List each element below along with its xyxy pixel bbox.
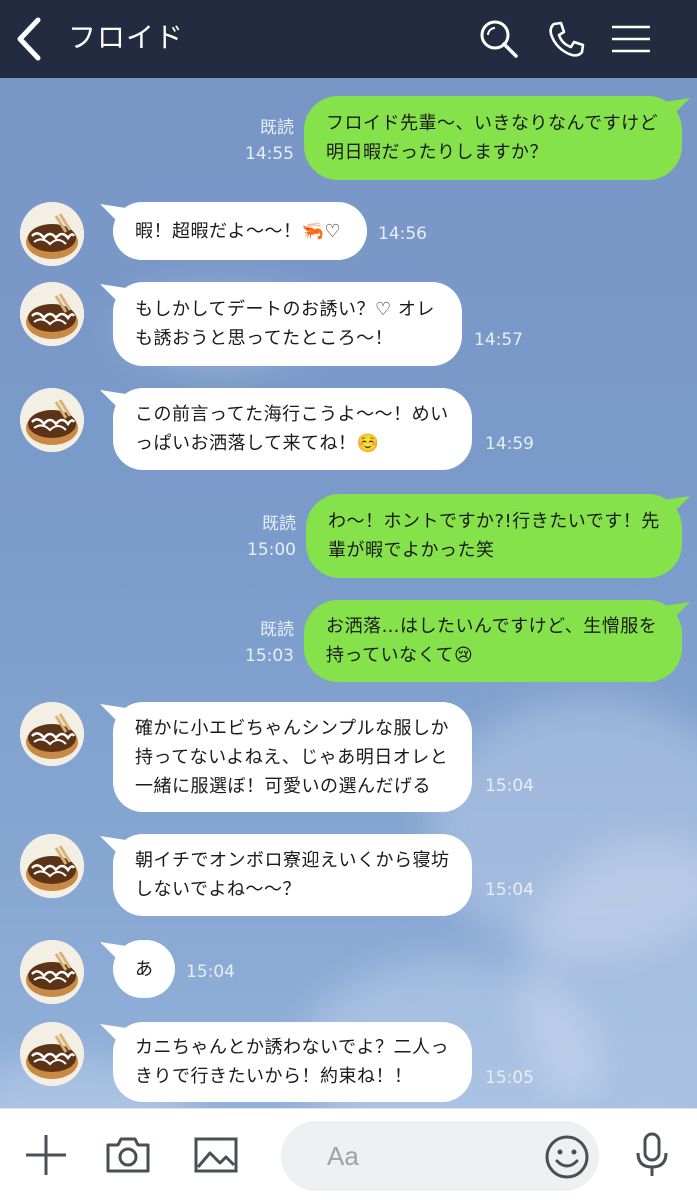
message-meta: 既読 14:55 (228, 116, 294, 166)
message-bubble[interactable]: フロイド先輩〜、いきなりなんですけど 明日暇だったりしますか？ (304, 96, 682, 180)
avatar[interactable] (20, 702, 84, 766)
avatar[interactable] (20, 940, 84, 1004)
message-time: 14:56 (378, 224, 427, 244)
image-button[interactable] (192, 1131, 240, 1179)
camera-icon (106, 1137, 150, 1173)
message-time: 14:59 (485, 434, 534, 454)
read-receipt: 既読 (260, 118, 294, 138)
takoyaki-avatar-icon (20, 834, 84, 898)
message-bubble[interactable]: カニちゃんとか誘わないでよ？二人っ きりで行きたいから！約束ね！！ (113, 1022, 472, 1102)
message-time: 14:57 (474, 330, 523, 350)
input-placeholder: Aa (327, 1141, 359, 1171)
takoyaki-avatar-icon (20, 282, 84, 346)
input-bar: Aa (0, 1108, 697, 1200)
message-time: 15:04 (485, 880, 534, 900)
message-time: 14:55 (245, 144, 294, 164)
mic-icon (636, 1132, 668, 1176)
image-icon (194, 1137, 238, 1173)
message-bubble[interactable]: もしかしてデートのお誘い？♡ オレ も誘おうと思ってたところ〜！ (113, 282, 462, 366)
avatar[interactable] (20, 1022, 84, 1086)
call-button[interactable] (544, 16, 590, 62)
phone-icon (549, 21, 585, 57)
avatar[interactable] (20, 202, 84, 266)
avatar[interactable] (20, 282, 84, 346)
plus-icon (26, 1135, 66, 1175)
message-bubble[interactable]: お洒落…はしたいんですけど、生憎服を 持っていなくて😢 (304, 600, 682, 682)
message-bubble[interactable]: あ (113, 940, 175, 998)
chat-title: フロイド (68, 21, 185, 54)
back-icon (17, 17, 41, 61)
search-button[interactable] (476, 16, 522, 62)
message-time: 15:04 (485, 776, 534, 796)
message-bubble[interactable]: わ〜！ホントですか?!行きたいです！先 輩が暇でよかった笑 (306, 494, 682, 578)
avatar[interactable] (20, 834, 84, 898)
takoyaki-avatar-icon (20, 940, 84, 1004)
message-bubble[interactable]: 暇！超暇だよ〜〜！🦐♡ (113, 202, 367, 260)
message-time: 15:05 (485, 1068, 534, 1088)
camera-button[interactable] (104, 1131, 152, 1179)
message-meta: 既読 15:00 (230, 512, 296, 562)
emoji-icon (545, 1135, 589, 1179)
message-bubble[interactable]: 確かに小エビちゃんシンプルな服しか 持ってないよねえ、じゃあ明日オレと 一緒に服… (113, 702, 472, 812)
chat-header: フロイド (0, 0, 697, 78)
emoji-button[interactable] (543, 1133, 591, 1181)
read-receipt: 既読 (260, 620, 294, 640)
read-receipt: 既読 (262, 514, 296, 534)
takoyaki-avatar-icon (20, 388, 84, 452)
menu-icon (612, 25, 650, 53)
avatar[interactable] (20, 388, 84, 452)
chat-area[interactable]: 既読 14:55 フロイド先輩〜、いきなりなんですけど 明日暇だったりしますか？… (0, 78, 697, 1108)
takoyaki-avatar-icon (20, 1022, 84, 1086)
message-bubble[interactable]: この前言ってた海行こうよ〜〜！めい っぱいお洒落して来てね！☺️ (113, 388, 472, 470)
back-button[interactable] (10, 14, 50, 64)
add-button[interactable] (22, 1131, 70, 1179)
message-time: 15:04 (186, 962, 235, 982)
search-icon (480, 20, 518, 58)
message-meta: 既読 15:03 (228, 618, 294, 668)
message-input[interactable]: Aa (281, 1121, 599, 1191)
takoyaki-avatar-icon (20, 202, 84, 266)
message-time: 15:00 (247, 540, 296, 560)
message-bubble[interactable]: 朝イチでオンボロ寮迎えいくから寝坊 しないでよね〜〜？ (113, 834, 472, 916)
voice-button[interactable] (628, 1131, 676, 1179)
menu-button[interactable] (608, 16, 654, 62)
takoyaki-avatar-icon (20, 702, 84, 766)
message-time: 15:03 (245, 646, 294, 666)
